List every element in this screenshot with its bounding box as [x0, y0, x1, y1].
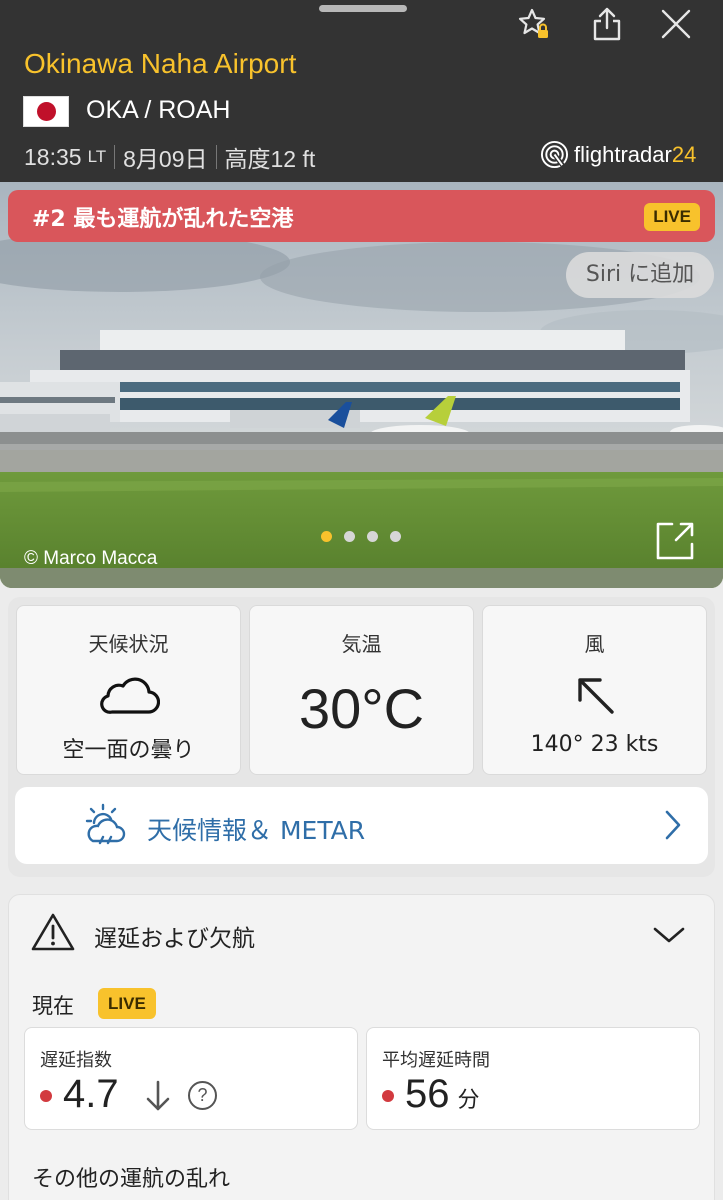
local-date: 8月09日	[123, 146, 208, 172]
carousel-dot-1[interactable]	[321, 531, 332, 542]
warning-icon	[31, 913, 75, 951]
live-badge: LIVE	[644, 203, 700, 231]
status-red-dot	[382, 1090, 394, 1102]
flightradar24-logo: flightradar 24	[540, 140, 696, 169]
trend-down-arrow-icon	[146, 1080, 170, 1111]
help-icon[interactable]: ?	[188, 1081, 217, 1110]
carousel-dot-2[interactable]	[344, 531, 355, 542]
temperature-value: 30°C	[298, 677, 425, 740]
airport-meta: 18:35 LT 8月09日 高度12 ft	[24, 140, 315, 174]
japan-flag-icon	[23, 96, 69, 127]
disruption-rank-banner[interactable]: #2 最も運航が乱れた空港 LIVE	[8, 190, 715, 242]
temperature-card: 気温 30°C	[249, 605, 474, 775]
weather-metar-label: 天候情報＆ METAR	[147, 816, 366, 845]
disruption-rank-text: #2 最も運航が乱れた空港	[32, 207, 294, 232]
airport-name: Okinawa Naha Airport	[24, 48, 297, 79]
delays-title: 遅延および欠航	[94, 926, 255, 952]
carousel-dot-4[interactable]	[390, 531, 401, 542]
airport-photo[interactable]: Siri に追加 © Marco Macca	[0, 182, 723, 588]
current-label: 現在	[32, 994, 74, 1018]
other-disruptions-label: その他の運航の乱れ	[32, 1167, 231, 1192]
add-to-siri-button[interactable]: Siri に追加	[566, 252, 714, 298]
delay-index-label: 遅延指数	[40, 1050, 112, 1071]
share-icon[interactable]	[587, 4, 627, 44]
local-time: 18:35	[24, 143, 82, 170]
wind-direction-arrow-icon	[483, 672, 706, 718]
delays-panel: 遅延および欠航 現在 LIVE 遅延指数 4.7 ? 平均遅延時間 56 分 その…	[8, 894, 715, 1200]
average-delay-label: 平均遅延時間	[382, 1050, 490, 1071]
favorite-lock-star-icon[interactable]	[514, 4, 554, 44]
brand-name: flightradar	[574, 141, 672, 167]
weather-panel: 天候状況 空一面の曇り 気温 30°C 風 140° 23 kts 天候情報＆ …	[8, 597, 715, 877]
close-icon[interactable]	[656, 4, 696, 44]
chevron-right-icon	[665, 810, 681, 840]
average-delay-card: 平均遅延時間 56 分	[366, 1027, 700, 1130]
divider	[215, 145, 217, 169]
weather-condition-label: 天候状況	[88, 632, 169, 656]
carousel-dot-3[interactable]	[367, 531, 378, 542]
radar-logo-icon	[540, 140, 569, 169]
delay-index-card: 遅延指数 4.7 ?	[24, 1027, 358, 1130]
airport-codes: OKA / ROAH	[86, 96, 231, 124]
delay-index-value: 4.7	[63, 1072, 119, 1116]
average-delay-value-wrap: 56 分	[405, 1072, 480, 1117]
weather-condition-card: 天候状況 空一面の曇り	[16, 605, 241, 775]
status-red-dot	[40, 1090, 52, 1102]
wind-value: 140° 23 kts	[530, 732, 659, 757]
temperature-label: 気温	[341, 632, 382, 656]
brand-suffix: 24	[671, 141, 697, 167]
divider	[114, 145, 116, 169]
chevron-down-icon[interactable]	[652, 925, 686, 945]
weather-condition-value: 空一面の曇り	[62, 738, 195, 763]
terminal-photo-image	[0, 182, 723, 588]
carousel-pagination[interactable]	[321, 531, 401, 542]
open-external-icon[interactable]	[654, 520, 696, 562]
cloud-icon	[17, 672, 240, 716]
weather-metar-button[interactable]: 天候情報＆ METAR	[15, 787, 708, 864]
time-zone-label: LT	[87, 147, 107, 166]
live-badge: LIVE	[98, 988, 156, 1019]
average-delay-value: 56	[405, 1072, 450, 1116]
elevation: 高度12 ft	[224, 146, 316, 172]
photo-credit: © Marco Macca	[24, 548, 158, 569]
airport-header: Okinawa Naha Airport OKA / ROAH 18:35 LT…	[0, 0, 723, 182]
weather-sun-cloud-icon	[85, 803, 126, 845]
average-delay-unit: 分	[457, 1087, 480, 1112]
wind-card: 風 140° 23 kts	[482, 605, 707, 775]
wind-label: 風	[584, 632, 605, 656]
sheet-grabber[interactable]	[319, 5, 407, 12]
